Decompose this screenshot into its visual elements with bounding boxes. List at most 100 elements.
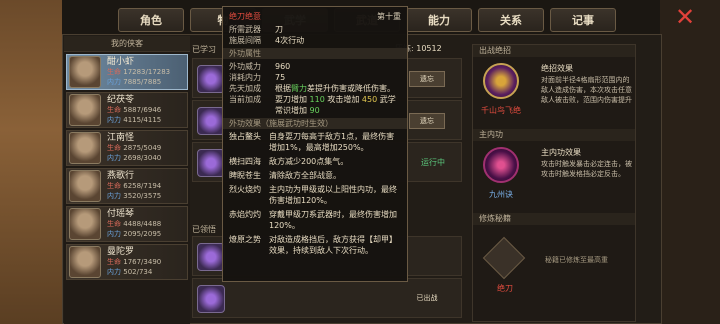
section-inner-skill: 主内功 (473, 129, 635, 141)
avatar (69, 94, 101, 126)
hp-label: 生命 (107, 258, 121, 266)
current-v2: 450 (361, 95, 378, 104)
background-map (0, 0, 62, 324)
weapon-value: 刀 (275, 25, 283, 34)
cost-label: 消耗内力 (229, 73, 261, 82)
character-item[interactable]: 纪茯苓 生命 5887/6946 内力 4115/4115 (66, 92, 188, 128)
background-right (660, 0, 720, 324)
hp-value: 2875/5049 (123, 144, 162, 152)
effect-name: 赤焰灼灼 (229, 210, 261, 219)
hp-label: 生命 (107, 182, 121, 190)
ultimate-name: 千山鸟飞绝 (481, 106, 521, 115)
mp-label: 内力 (107, 78, 121, 86)
exp-value: 10512 (416, 44, 442, 53)
tab-journal[interactable]: 记事 (550, 8, 616, 32)
power-value: 960 (275, 62, 291, 71)
mp-value: 2698/3040 (123, 154, 162, 162)
current-pre: 耍刀增加 (275, 95, 307, 104)
mp-value: 4115/4115 (123, 116, 162, 124)
avatar (69, 132, 101, 164)
character-list: 我的侠客 酣小虾 生命 17283/17283 内力 7885/7885 纪茯苓… (64, 36, 190, 324)
character-item[interactable]: 曼陀罗 生命 1767/3490 内力 502/734 (66, 244, 188, 280)
skill-icon (197, 285, 225, 313)
character-item[interactable]: 付瑶琴 生命 4488/4488 内力 2095/2095 (66, 206, 188, 242)
mp-label: 内力 (107, 154, 121, 162)
weapon-label: 所需武器 (229, 25, 261, 34)
effect-name: 睥睨苍生 (229, 171, 261, 180)
ultimate-icon[interactable] (483, 63, 519, 99)
forget-button[interactable]: 遗忘 (409, 71, 445, 87)
section-effects: 外功效果（施展武功时生效） (223, 118, 407, 129)
manual-block: 绝刀 秘籍已修炼至最高重 (473, 225, 635, 297)
tab-character[interactable]: 角色 (118, 8, 184, 32)
hp-label: 生命 (107, 144, 121, 152)
current-label: 当前加成 (229, 95, 261, 104)
effect-text: 敌方减少200点集气。 (269, 157, 349, 166)
hp-label: 生命 (107, 68, 121, 76)
tab-relations[interactable]: 关系 (478, 8, 544, 32)
ultimate-block: 千山鸟飞绝 绝招效果 对面前半径4格扇形范围内的敌人造成伤害，本次攻击任意敌人被… (473, 57, 635, 129)
mp-value: 7885/7885 (123, 78, 162, 86)
effect-text: 主内功为甲级或以上阳性内功，最终伤害增加120%。 (269, 185, 397, 205)
effect-text: 对敌造成格挡后，敌方获得【却甲】效果，持续到敌人下次行动。 (269, 235, 397, 255)
innate-highlight: 臂力 (291, 84, 307, 93)
cost-value: 75 (275, 73, 286, 82)
effect-name: 烈火烧灼 (229, 185, 261, 194)
skill-icon (197, 149, 225, 177)
manual-slot-icon[interactable] (482, 236, 526, 280)
effect-text: 自身耍刀每高于敌方1点，最终伤害增加1%，最高增加250%。 (269, 132, 395, 152)
effect-text: 穿戴甲级刀系武器时，最终伤害增加120%。 (269, 210, 397, 230)
manual-name: 绝刀 (497, 284, 513, 293)
hp-value: 5887/6946 (123, 106, 162, 114)
section-attributes: 外功属性 (223, 48, 407, 59)
character-item[interactable]: 燕歌行 生命 6258/7194 内力 3520/3575 (66, 168, 188, 204)
innate-pre: 根据 (275, 84, 291, 93)
section-manual: 修炼秘籍 (473, 213, 635, 225)
inner-skill-block: 九州诀 主内功效果 攻击时触发暴击必定连击，被攻击时触发格挡必定反击。 (473, 141, 635, 213)
avatar (69, 208, 101, 240)
skill-icon (197, 107, 225, 135)
power-label: 外功威力 (229, 62, 261, 71)
hp-value: 6258/7194 (123, 182, 162, 190)
interval-value: 4次行动 (275, 36, 305, 45)
avatar (69, 170, 101, 202)
current-v3: 90 (309, 106, 320, 115)
comprehended-label: 已领悟 (192, 225, 216, 234)
list-title: 我的侠客 (64, 36, 190, 52)
character-item[interactable]: 江南怪 生命 2875/5049 内力 2698/3040 (66, 130, 188, 166)
skill-row[interactable]: 已出战 (192, 278, 462, 318)
character-name: 江南怪 (107, 133, 135, 143)
innate-label: 先天加成 (229, 84, 261, 93)
hp-label: 生命 (107, 220, 121, 228)
skill-icon (197, 243, 225, 271)
character-item[interactable]: 酣小虾 生命 17283/17283 内力 7885/7885 (66, 54, 188, 90)
current-mid: 攻击增加 (324, 95, 360, 104)
character-name: 酣小虾 (107, 57, 135, 67)
mp-value: 3520/3575 (123, 192, 162, 200)
inner-skill-title: 主内功效果 (541, 148, 581, 157)
learned-label: 已学习 (192, 45, 216, 54)
innate-post: 差提升伤害或降低伤害。 (307, 84, 395, 93)
effect-name: 独占鳌头 (229, 132, 261, 141)
mp-label: 内力 (107, 192, 121, 200)
hp-value: 1767/3490 (123, 258, 162, 266)
hp-label: 生命 (107, 106, 121, 114)
manual-status: 秘籍已修炼至最高重 (545, 256, 608, 264)
avatar (69, 56, 101, 88)
skill-tooltip: 绝刀绝意 第十重 所需武器 刀 施展间隔 4次行动 外功属性 外功威力 960 消耗内… (222, 6, 408, 282)
inner-skill-icon[interactable] (483, 147, 519, 183)
character-name: 纪茯苓 (107, 95, 135, 105)
mp-value: 2095/2095 (123, 230, 162, 238)
interval-label: 施展间隔 (229, 36, 261, 45)
inner-skill-name: 九州诀 (489, 190, 513, 199)
skill-name: 绝刀绝意 (229, 12, 261, 21)
ultimate-text: 对面前半径4格扇形范围内的敌人造成伤害，本次攻击任意敌人被击败，范围内伤害提升 (541, 76, 632, 104)
tab-ability[interactable]: 能力 (406, 8, 472, 32)
forget-button[interactable]: 遗忘 (409, 113, 445, 129)
ultimate-title: 绝招效果 (541, 64, 573, 73)
close-icon[interactable]: ✕ (672, 4, 698, 30)
right-column: 出战绝招 千山鸟飞绝 绝招效果 对面前半径4格扇形范围内的敌人造成伤害，本次攻击… (472, 44, 636, 322)
skill-level: 第十重 (377, 12, 401, 21)
character-name: 付瑶琴 (107, 209, 135, 219)
running-label: 运行中 (421, 158, 445, 167)
